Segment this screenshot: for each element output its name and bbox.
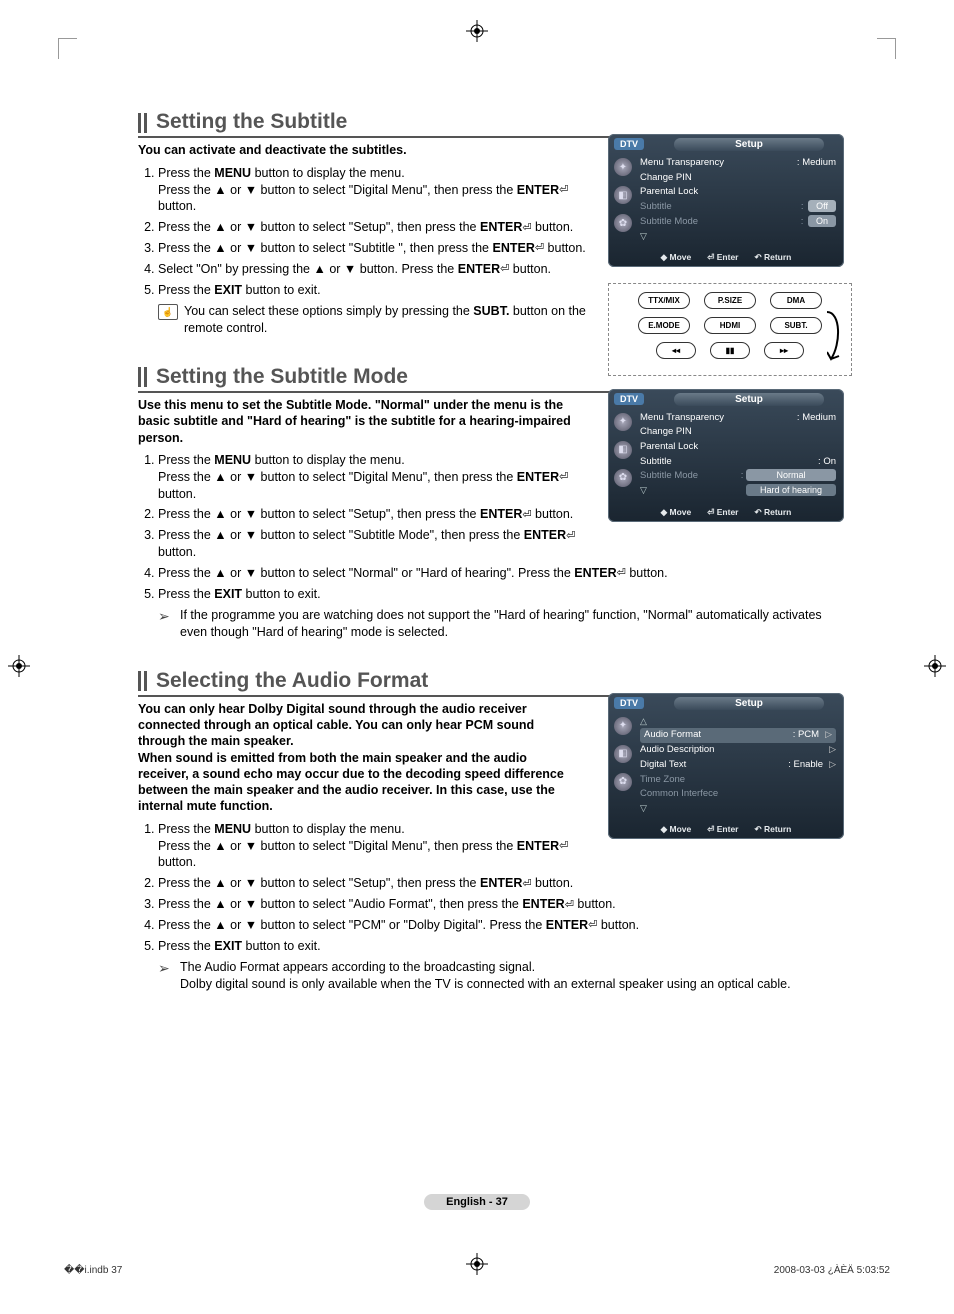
osd-title: Setup: [674, 697, 824, 710]
globe-icon: ✦: [614, 413, 632, 431]
option-off: Off: [808, 200, 836, 212]
osd-setup-audio-format: DTV Setup ✦ ◧ ✿ △ Audio Format: PCM▷ Aud…: [608, 693, 844, 839]
subtitle-icon: ◧: [614, 441, 632, 459]
subtitle-icon: ◧: [614, 745, 632, 763]
step: Press the ▲ or ▼ button to select "Setup…: [158, 219, 598, 236]
option-hard-of-hearing: Hard of hearing: [746, 484, 836, 496]
note: ☝ You can select these options simply by…: [158, 303, 598, 337]
step: Press the ▲ or ▼ button to select "Subti…: [158, 527, 598, 561]
right-illustrations: DTV Setup ✦ ◧ ✿ Menu Transparency: Mediu…: [608, 389, 844, 538]
osd-setup-subtitle: DTV Setup ✦ ◧ ✿ Menu Transparency: Mediu…: [608, 134, 844, 267]
osd-dtv-badge: DTV: [614, 138, 644, 150]
globe-icon: ✦: [614, 158, 632, 176]
section-audio-format: Selecting the Audio Format You can only …: [138, 669, 838, 993]
scroll-up-icon: △: [640, 715, 836, 729]
step: Press the ▲ or ▼ button to select "Subti…: [158, 240, 598, 257]
subtitle-icon: ◧: [614, 186, 632, 204]
osd-setup-subtitle-mode: DTV Setup ✦ ◧ ✿ Menu Transparency: Mediu…: [608, 389, 844, 522]
step: Press the ▲ or ▼ button to select "PCM" …: [158, 917, 838, 934]
osd-menu: Menu Transparency: Medium Change PIN Par…: [638, 407, 844, 501]
osd-menu: Menu Transparency: Medium Change PIN Par…: [638, 152, 844, 246]
scroll-down-icon: ▽: [640, 484, 647, 499]
osd-dtv-badge: DTV: [614, 697, 644, 709]
registration-mark-icon: [8, 655, 30, 677]
remote-button-subt: SUBT.: [770, 317, 822, 334]
step: Press the ▲ or ▼ button to select "Audio…: [158, 896, 838, 913]
steps-list: Press the MENU button to display the men…: [138, 165, 598, 299]
right-illustrations: DTV Setup ✦ ◧ ✿ Menu Transparency: Mediu…: [608, 134, 844, 376]
osd-footer: ◆ Move ⏎ Enter ↶ Return: [608, 252, 844, 263]
registration-mark-icon: [466, 20, 488, 42]
osd-menu: △ Audio Format: PCM▷ Audio Description▷ …: [638, 711, 844, 818]
arrow-note-icon: ➢: [158, 607, 176, 641]
gear-icon: ✿: [614, 214, 632, 232]
remote-button-psize: P.SIZE: [704, 292, 756, 309]
page: Setting the Subtitle You can activate an…: [0, 0, 954, 1314]
section-subtitle: Setting the Subtitle You can activate an…: [138, 110, 838, 337]
step: Press the ▲ or ▼ button to select "Setup…: [158, 506, 598, 523]
document-footer: ��i.indb 37 2008-03-03 ¿ÀÈÄ 5:03:52: [64, 1265, 890, 1276]
gear-icon: ✿: [614, 469, 632, 487]
section-intro: You can activate and deactivate the subt…: [138, 142, 578, 158]
osd-footer: ◆ Move ⏎ Enter ↶ Return: [608, 507, 844, 518]
crop-mark: [58, 38, 77, 59]
option-on: On: [808, 215, 836, 227]
content: Setting the Subtitle You can activate an…: [138, 110, 838, 1021]
step: Press the EXIT button to exit.: [158, 938, 838, 955]
step: Press the ▲ or ▼ button to select "Setup…: [158, 875, 838, 892]
step: Press the EXIT button to exit.: [158, 282, 598, 299]
remote-button-dma: DMA: [770, 292, 822, 309]
scroll-down-icon: ▽: [640, 802, 836, 816]
callout-arrow-icon: [827, 304, 853, 364]
remote-button-ff: ▸▸: [764, 342, 804, 359]
timestamp-label: 2008-03-03 ¿ÀÈÄ 5:03:52: [774, 1265, 890, 1276]
section-intro: Use this menu to set the Subtitle Mode. …: [138, 397, 578, 446]
osd-footer: ◆ Move ⏎ Enter ↶ Return: [608, 824, 844, 835]
step: Select "On" by pressing the ▲ or ▼ butto…: [158, 261, 598, 278]
crop-mark: [877, 38, 896, 59]
step: Press the MENU button to display the men…: [158, 452, 598, 503]
section-intro: You can only hear Dolby Digital sound th…: [138, 701, 578, 815]
step: Press the ▲ or ▼ button to select "Norma…: [158, 565, 838, 582]
step: Press the MENU button to display the men…: [158, 821, 598, 872]
remote-button-hdmi: HDMI: [704, 317, 756, 334]
note: ➢ The Audio Format appears according to …: [158, 959, 838, 993]
osd-title: Setup: [674, 393, 824, 406]
remote-button-ttx: TTX/MIX: [638, 292, 690, 309]
remote-button-pause: ▮▮: [710, 342, 750, 359]
scroll-down-icon: ▽: [640, 230, 836, 244]
osd-sidebar-icons: ✦ ◧ ✿: [608, 152, 638, 246]
osd-title: Setup: [674, 138, 824, 151]
section-subtitle-mode: Setting the Subtitle Mode Use this menu …: [138, 365, 838, 641]
hand-icon: ☝: [158, 304, 178, 320]
remote-button-rew: ◂◂: [656, 342, 696, 359]
registration-mark-icon: [924, 655, 946, 677]
globe-icon: ✦: [614, 717, 632, 735]
gear-icon: ✿: [614, 773, 632, 791]
page-number-label: English - 37: [424, 1194, 530, 1210]
osd-sidebar-icons: ✦ ◧ ✿: [608, 407, 638, 501]
option-normal: Normal: [746, 469, 836, 481]
remote-button-emode: E.MODE: [638, 317, 690, 334]
osd-sidebar-icons: ✦ ◧ ✿: [608, 711, 638, 818]
osd-dtv-badge: DTV: [614, 393, 644, 405]
page-footer: English - 37: [0, 1194, 954, 1210]
step: Press the MENU button to display the men…: [158, 165, 598, 216]
right-illustrations: DTV Setup ✦ ◧ ✿ △ Audio Format: PCM▷ Aud…: [608, 693, 844, 855]
arrow-note-icon: ➢: [158, 959, 176, 993]
note: ➢ If the programme you are watching does…: [158, 607, 838, 641]
step: Press the EXIT button to exit.: [158, 586, 838, 603]
remote-diagram: TTX/MIX P.SIZE DMA E.MODE HDMI SUBT. ◂◂ …: [608, 283, 852, 376]
source-file-label: ��i.indb 37: [64, 1265, 122, 1276]
